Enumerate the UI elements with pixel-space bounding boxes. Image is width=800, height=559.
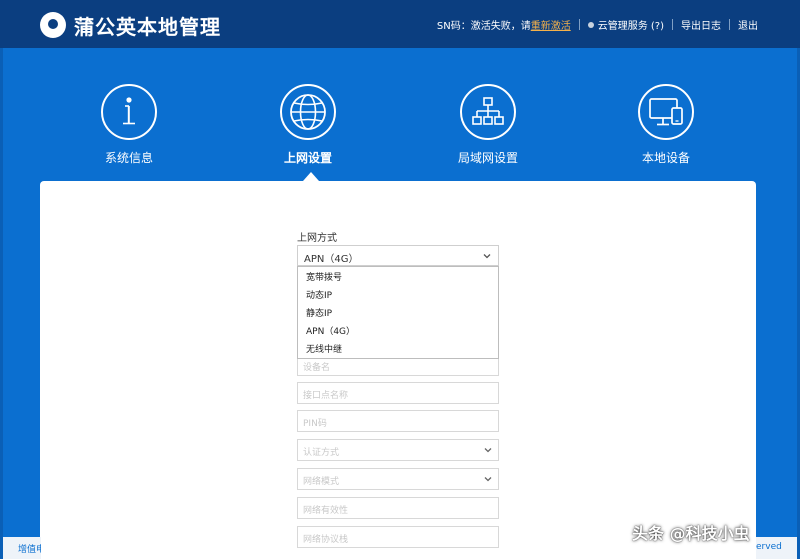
network-icon: [460, 84, 516, 140]
logo-icon: [40, 12, 66, 38]
globe-icon: [280, 84, 336, 140]
app-title: 蒲公英本地管理: [74, 15, 221, 39]
active-tab-indicator: [303, 172, 319, 181]
access-point-name-field[interactable]: 接口点名称: [297, 382, 499, 404]
field-placeholder: PIN码: [303, 419, 327, 429]
chevron-down-icon: [483, 474, 493, 487]
tab-internet-settings[interactable]: 上网设置: [248, 84, 368, 166]
watermark-text: 头条 @科技小虫: [632, 524, 750, 543]
dropdown-option-pppoe[interactable]: 宽带拨号: [298, 269, 498, 287]
divider: [729, 19, 730, 30]
footer-license-text: 增值电: [3, 537, 41, 559]
connection-mode-value: APN（4G）: [304, 254, 359, 265]
pin-code-field[interactable]: PIN码: [297, 410, 499, 432]
cloud-service-link[interactable]: 云管理服务 (?): [598, 17, 664, 32]
network-protocol-field[interactable]: 网络协议栈: [297, 526, 499, 548]
footer-rights-text: erved: [756, 537, 797, 559]
tab-label: 本地设备: [641, 151, 690, 165]
devices-icon: [638, 84, 694, 140]
dropdown-option-wireless-relay[interactable]: 无线中继: [298, 341, 498, 359]
field-placeholder: 接口点名称: [303, 391, 349, 401]
divider: [578, 19, 580, 30]
reactivate-link[interactable]: 重新激活: [531, 17, 571, 32]
field-placeholder: 网络有效性: [303, 506, 349, 516]
connection-mode-select[interactable]: APN（4G）: [297, 245, 499, 266]
connection-mode-dropdown: 宽带拨号 动态IP 静态IP APN（4G） 无线中继: [297, 266, 499, 359]
sn-status-text: SN码：激活失败，请: [436, 21, 531, 32]
logout-link[interactable]: 退出: [738, 17, 758, 32]
field-placeholder: 设备名: [303, 363, 331, 373]
network-validity-field[interactable]: 网络有效性: [297, 497, 499, 519]
chevron-down-icon: [483, 445, 493, 458]
field-placeholder: 认证方式: [303, 448, 340, 458]
status-dot-icon: [587, 21, 594, 28]
tab-local-devices[interactable]: 本地设备: [606, 84, 726, 166]
field-placeholder: 网络协议栈: [303, 535, 349, 545]
connection-mode-label: 上网方式: [297, 233, 337, 244]
top-bar: 蒲公英本地管理 SN码：激活失败，请 重新激活 云管理服务 (?) 导出日志 退出: [0, 0, 800, 48]
tab-label: 系统信息: [104, 151, 153, 165]
tab-system-info[interactable]: 系统信息: [69, 84, 189, 166]
auth-method-select[interactable]: 认证方式: [297, 439, 499, 461]
left-edge: [0, 48, 3, 559]
dropdown-option-apn[interactable]: APN（4G）: [298, 323, 498, 341]
dropdown-option-static-ip[interactable]: 静态IP: [298, 305, 498, 323]
divider: [672, 19, 673, 30]
network-mode-select[interactable]: 网络模式: [297, 468, 499, 490]
tab-label: 上网设置: [283, 151, 332, 165]
export-log-link[interactable]: 导出日志: [681, 17, 721, 32]
chevron-down-icon: [482, 251, 492, 264]
dropdown-option-dhcp[interactable]: 动态IP: [298, 287, 498, 305]
info-icon: [101, 84, 157, 140]
top-nav: SN码：激活失败，请 重新激活 云管理服务 (?) 导出日志 退出: [437, 17, 758, 32]
field-placeholder: 网络模式: [303, 477, 340, 487]
tab-lan-settings[interactable]: 局域网设置: [428, 84, 548, 166]
tab-label: 局域网设置: [457, 151, 518, 165]
